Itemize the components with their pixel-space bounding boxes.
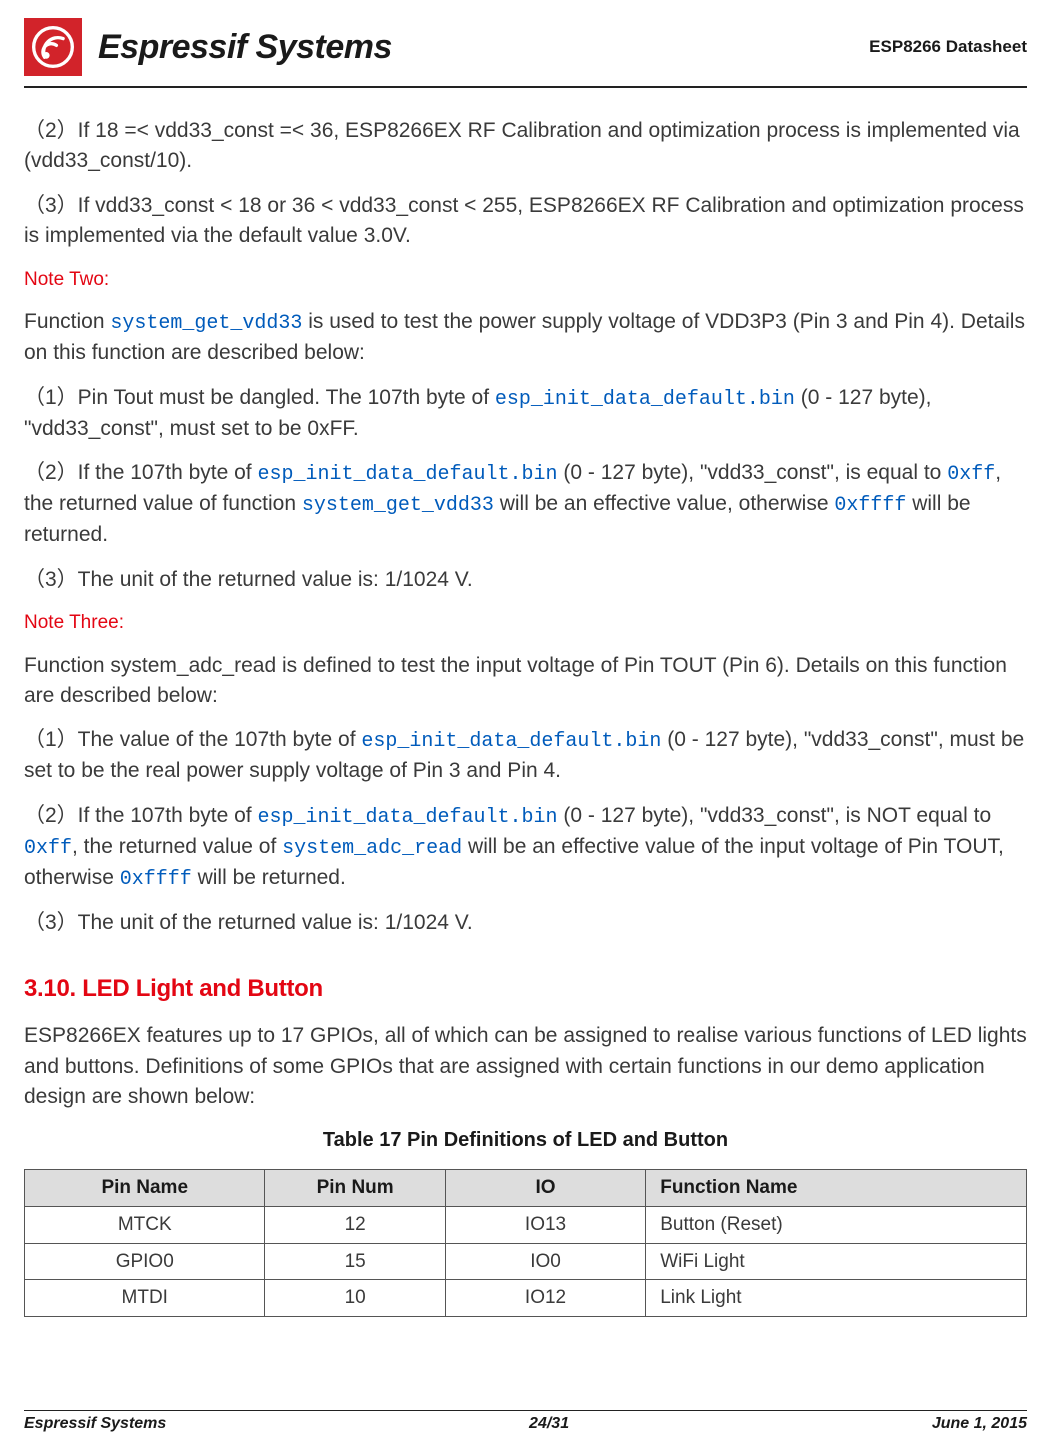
code-inline: 0xffff <box>834 494 906 517</box>
paragraph: ESP8266EX features up to 17 GPIOs, all o… <box>24 1021 1027 1112</box>
table-cell: Button (Reset) <box>646 1207 1027 1244</box>
table-cell: IO0 <box>445 1243 645 1280</box>
paragraph: （1）Pin Tout must be dangled. The 107th b… <box>24 383 1027 444</box>
page-content: （2）If 18 =< vdd33_const =< 36, ESP8266EX… <box>24 116 1027 1317</box>
table-header-row: Pin Name Pin Num IO Function Name <box>25 1170 1027 1207</box>
table-row: GPIO0 15 IO0 WiFi Light <box>25 1243 1027 1280</box>
note-heading: Note Three: <box>24 609 1027 637</box>
paragraph: （3）The unit of the returned value is: 1/… <box>24 908 1027 938</box>
code-inline: 0xff <box>24 837 72 860</box>
code-inline: system_adc_read <box>282 837 462 860</box>
table-cell: IO13 <box>445 1207 645 1244</box>
table-cell: Link Light <box>646 1280 1027 1317</box>
table-cell: 10 <box>265 1280 445 1317</box>
table-header: IO <box>445 1170 645 1207</box>
code-inline: 0xffff <box>120 868 192 891</box>
paragraph: （3）The unit of the returned value is: 1/… <box>24 565 1027 595</box>
footer-company: Espressif Systems <box>24 1415 166 1433</box>
header-left: Espressif Systems <box>24 18 392 76</box>
paragraph: Function system_get_vdd33 is used to tes… <box>24 307 1027 368</box>
document-title: ESP8266 Datasheet <box>869 37 1027 57</box>
footer-date: June 1, 2015 <box>932 1415 1027 1433</box>
table-header: Function Name <box>646 1170 1027 1207</box>
table-row: MTCK 12 IO13 Button (Reset) <box>25 1207 1027 1244</box>
espressif-logo-icon <box>24 18 82 76</box>
code-inline: esp_init_data_default.bin <box>361 730 661 753</box>
brand-name: Espressif Systems <box>98 28 392 67</box>
page-header: Espressif Systems ESP8266 Datasheet <box>24 0 1027 88</box>
page-footer: Espressif Systems 24/31 June 1, 2015 <box>24 1410 1027 1433</box>
paragraph: （2）If 18 =< vdd33_const =< 36, ESP8266EX… <box>24 116 1027 177</box>
table-row: MTDI 10 IO12 Link Light <box>25 1280 1027 1317</box>
table-header: Pin Name <box>25 1170 265 1207</box>
table-cell: MTCK <box>25 1207 265 1244</box>
code-inline: system_get_vdd33 <box>302 494 494 517</box>
code-inline: esp_init_data_default.bin <box>257 463 557 486</box>
note-heading: Note Two: <box>24 266 1027 294</box>
table-cell: MTDI <box>25 1280 265 1317</box>
code-inline: esp_init_data_default.bin <box>257 806 557 829</box>
pin-definitions-table: Pin Name Pin Num IO Function Name MTCK 1… <box>24 1169 1027 1316</box>
table-cell: IO12 <box>445 1280 645 1317</box>
table-cell: WiFi Light <box>646 1243 1027 1280</box>
paragraph: （2）If the 107th byte of esp_init_data_de… <box>24 458 1027 550</box>
code-inline: system_get_vdd33 <box>110 312 302 335</box>
code-inline: esp_init_data_default.bin <box>495 388 795 411</box>
section-heading: 3.10. LED Light and Button <box>24 972 1027 1007</box>
table-cell: 15 <box>265 1243 445 1280</box>
page-number: 24/31 <box>529 1415 569 1433</box>
paragraph: （2）If the 107th byte of esp_init_data_de… <box>24 801 1027 894</box>
table-caption: Table 17 Pin Definitions of LED and Butt… <box>24 1126 1027 1155</box>
table-cell: GPIO0 <box>25 1243 265 1280</box>
table-header: Pin Num <box>265 1170 445 1207</box>
paragraph: （1）The value of the 107th byte of esp_in… <box>24 725 1027 786</box>
code-inline: 0xff <box>947 463 995 486</box>
paragraph: Function system_adc_read is defined to t… <box>24 651 1027 712</box>
table-cell: 12 <box>265 1207 445 1244</box>
paragraph: （3）If vdd33_const < 18 or 36 < vdd33_con… <box>24 191 1027 252</box>
